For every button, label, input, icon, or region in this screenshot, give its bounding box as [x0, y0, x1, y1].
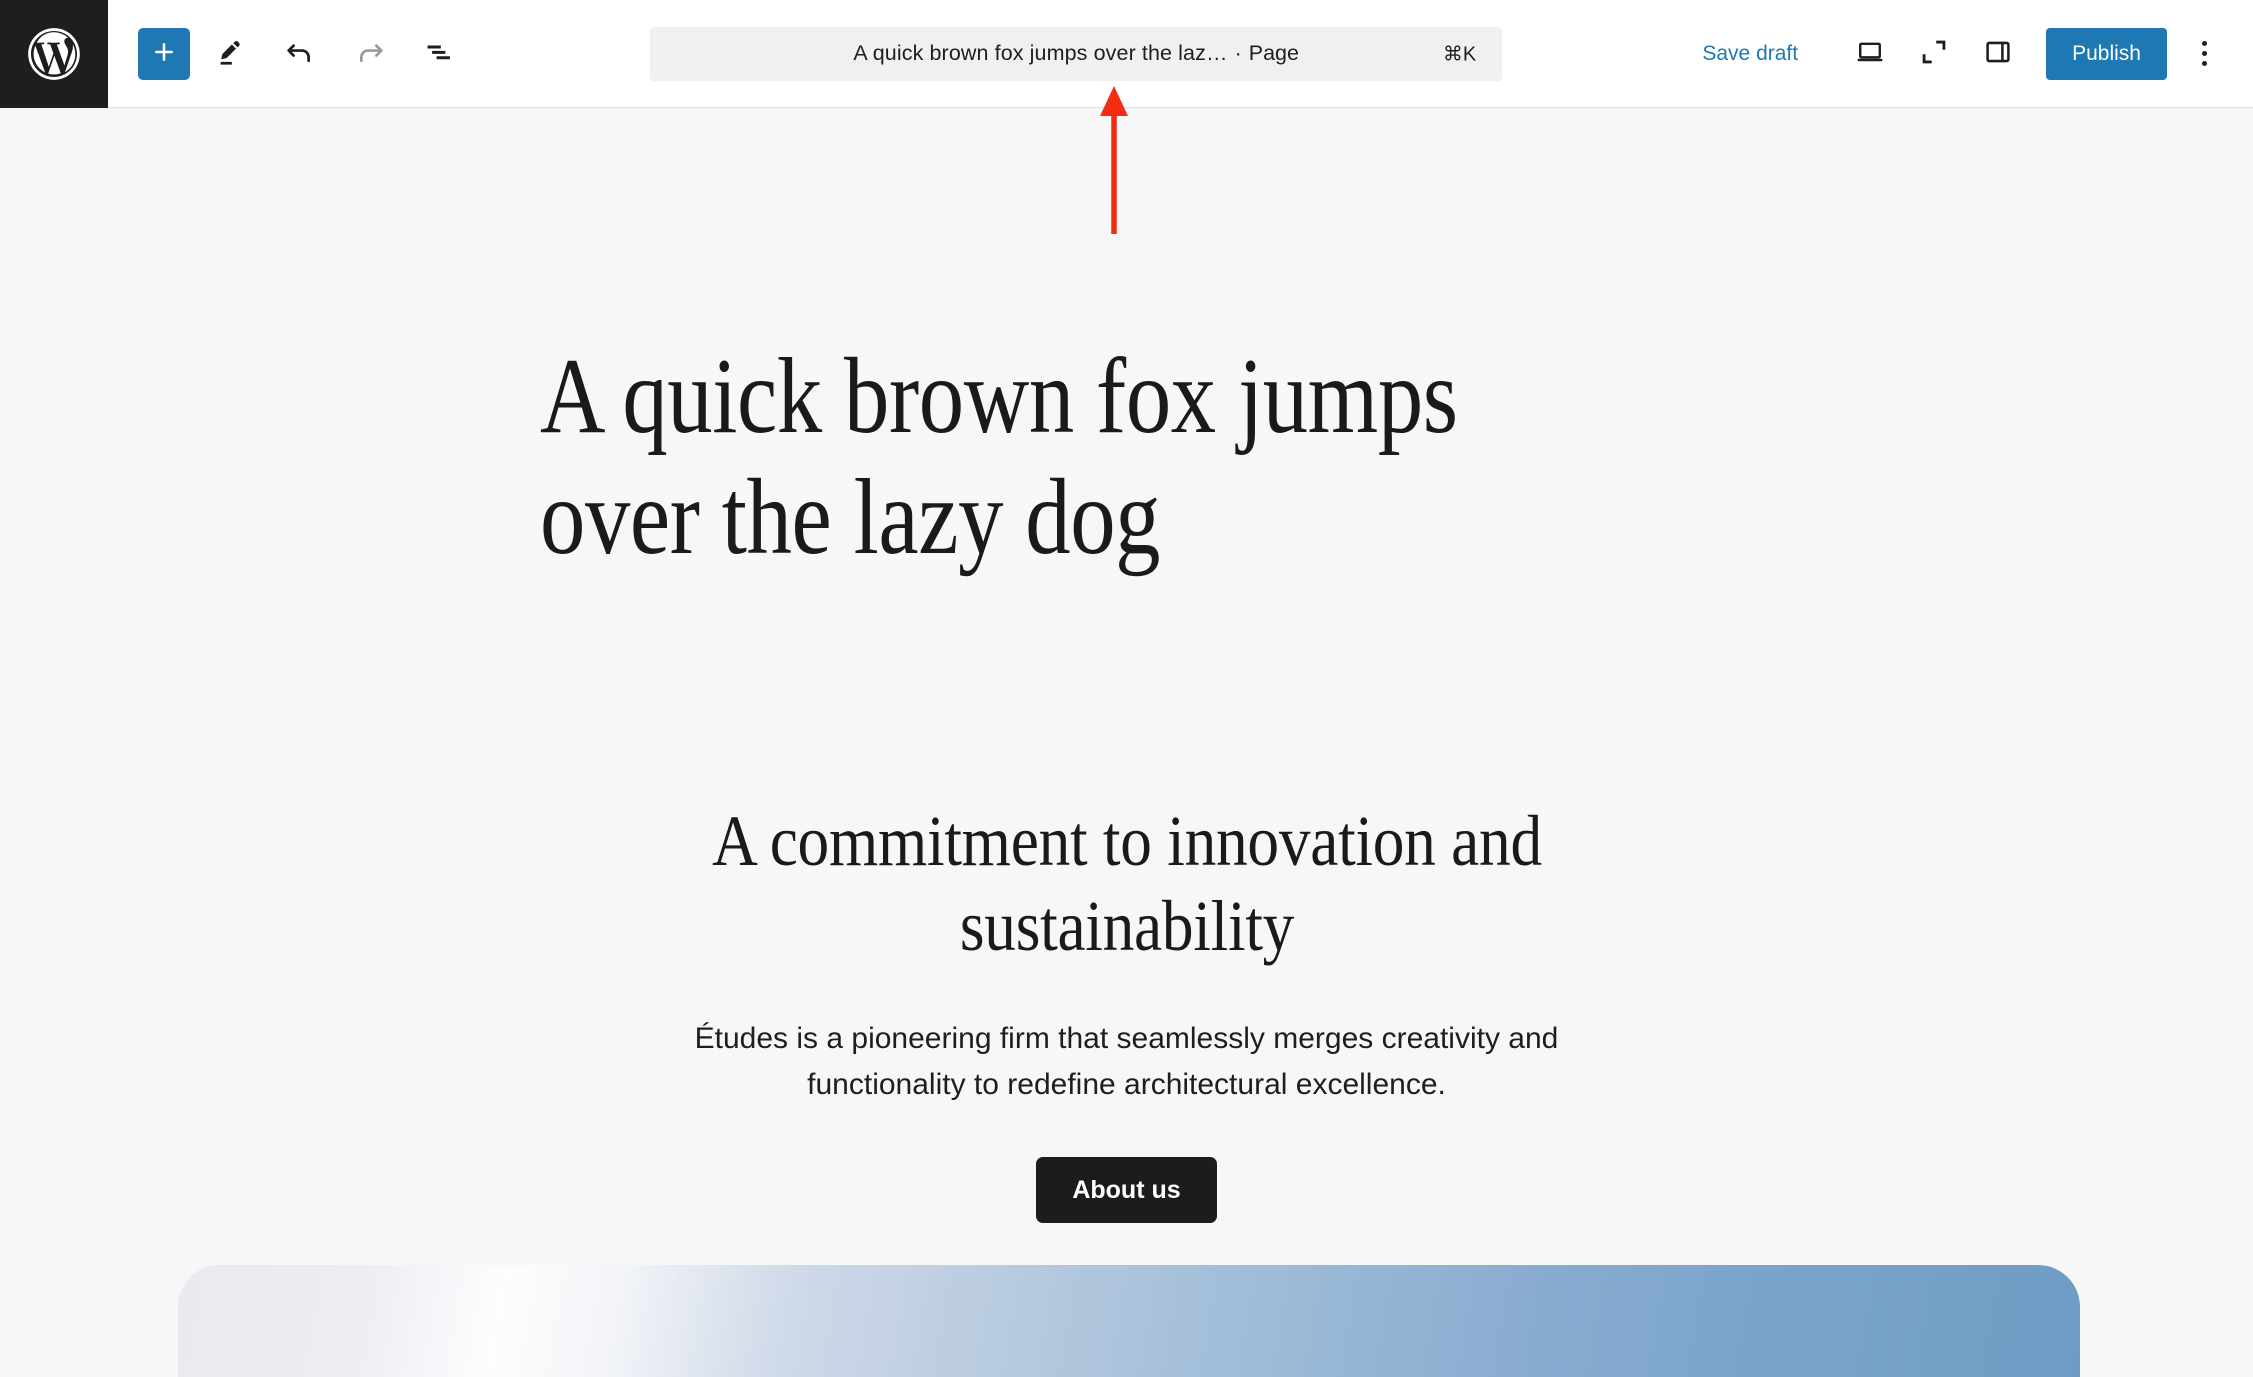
- hero-heading-block[interactable]: A quick brown fox jumps over the lazy do…: [540, 337, 1514, 579]
- plus-icon: [149, 37, 179, 70]
- section-paragraph-block[interactable]: Études is a pioneering firm that seamles…: [617, 1016, 1637, 1107]
- document-overview-button[interactable]: [410, 24, 470, 84]
- desktop-icon: [1853, 35, 1887, 72]
- header-center: A quick brown fox jumps over the laz… · …: [470, 26, 1682, 81]
- command-bar-document-title: A quick brown fox jumps over the laz…: [853, 41, 1228, 65]
- about-us-button[interactable]: About us: [1036, 1157, 1217, 1224]
- editor-header: A quick brown fox jumps over the laz… · …: [0, 0, 2253, 108]
- settings-sidebar-button[interactable]: [1968, 24, 2028, 84]
- block-inserter-button[interactable]: [138, 27, 190, 80]
- header-right-toolbar: Save draft Publish: [1682, 24, 2253, 84]
- sidebar-panel-icon: [1982, 36, 2014, 71]
- redo-icon: [353, 35, 387, 72]
- kebab-menu-icon: [2201, 41, 2207, 66]
- save-draft-button[interactable]: Save draft: [1682, 30, 1818, 78]
- more-options-button[interactable]: [2177, 24, 2231, 84]
- undo-icon: [283, 35, 317, 72]
- section-heading-block[interactable]: A commitment to innovation and sustainab…: [607, 799, 1645, 969]
- header-left-toolbar: [108, 24, 470, 84]
- editor-canvas[interactable]: A quick brown fox jumps over the lazy do…: [0, 109, 2253, 1377]
- zoom-out-view-button[interactable]: [1904, 24, 1964, 84]
- wordpress-block-editor: A quick brown fox jumps over the laz… · …: [0, 0, 2253, 1377]
- publish-button[interactable]: Publish: [2046, 27, 2167, 80]
- expand-corners-icon: [1917, 35, 1951, 72]
- hero-image-block[interactable]: [178, 1265, 2080, 1377]
- wordpress-logo-icon: [23, 23, 85, 85]
- view-device-button[interactable]: [1840, 24, 1900, 84]
- command-bar-post-type: Page: [1248, 41, 1299, 65]
- section-block: A commitment to innovation and sustainab…: [0, 799, 2253, 1224]
- command-bar-separator: ·: [1234, 41, 1242, 65]
- command-bar-shortcut: ⌘K: [1442, 43, 1477, 65]
- pencil-icon: [214, 36, 246, 71]
- command-bar[interactable]: A quick brown fox jumps over the laz… · …: [650, 26, 1503, 81]
- list-view-icon: [423, 35, 457, 72]
- edit-mode-button[interactable]: [200, 24, 260, 84]
- undo-button[interactable]: [270, 24, 330, 84]
- wordpress-logo-button[interactable]: [0, 0, 108, 108]
- redo-button[interactable]: [340, 24, 400, 84]
